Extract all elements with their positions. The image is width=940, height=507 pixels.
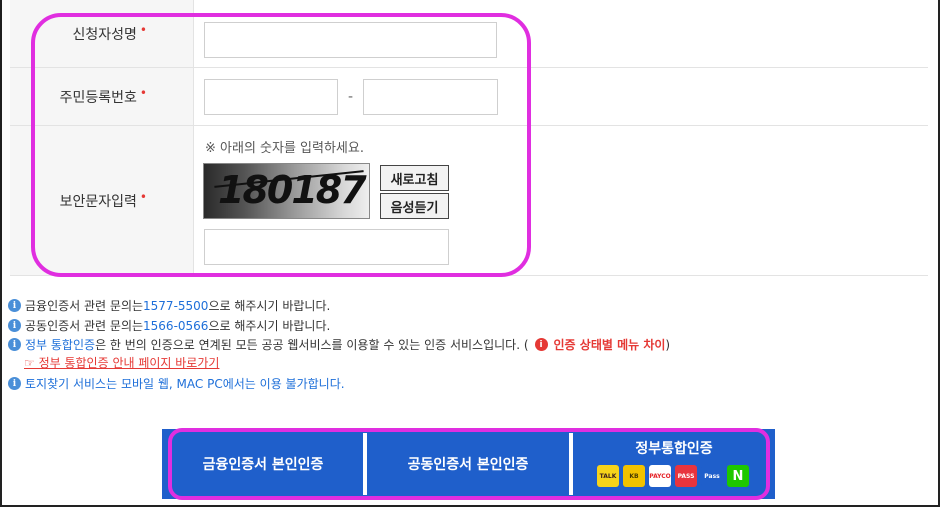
info-line-joint: i 공동인증서 관련 문의는 1566-0566 으로 해주시기 바랍니다.	[8, 317, 330, 334]
rrn-back-input[interactable]	[363, 79, 498, 115]
samsung-pass-icon: Pass	[701, 465, 723, 487]
required-mark: •	[139, 85, 147, 100]
required-mark: •	[139, 189, 147, 204]
info-line-mobile: i 토지찾기 서비스는 모바일 웹, MAC PC에서는 이용 불가합니다.	[8, 375, 345, 392]
info-text: 으로 해주시기 바랍니다.	[208, 299, 331, 313]
joint-cert-button[interactable]: 공동인증서 본인인증	[367, 429, 569, 499]
refresh-captcha-button[interactable]: 새로고침	[380, 165, 449, 191]
captcha-label-text: 보안문자입력	[59, 193, 137, 210]
info-text: )	[665, 337, 671, 352]
captcha-row: 보안문자입력 •	[10, 126, 928, 276]
audio-captcha-button[interactable]: 음성듣기	[380, 193, 449, 219]
required-mark: •	[139, 22, 147, 37]
gov-cert-title: 정부통합인증	[635, 441, 713, 457]
financial-cert-button[interactable]: 금융인증서 본인인증	[162, 429, 364, 499]
info-icon: i	[8, 338, 21, 351]
info-icon: i	[8, 299, 21, 312]
info-text: 은 한 번의 인증으로 연계된 모든 공공 웹서비스를 이용할 수 있는 인증 …	[95, 338, 529, 352]
kakao-icon: TALK	[597, 465, 619, 487]
alert-icon: i	[534, 338, 548, 351]
financial-phone: 1577-5500	[143, 298, 209, 313]
gov-cert-name: 정부 통합인증	[25, 338, 96, 352]
joint-phone: 1566-0566	[143, 318, 209, 333]
name-input[interactable]	[204, 22, 497, 58]
naver-icon: N	[727, 465, 749, 487]
rrn-label: 주민등록번호 •	[10, 68, 194, 125]
info-icon: i	[8, 319, 21, 332]
captcha-input[interactable]	[204, 229, 449, 265]
menu-diff-link[interactable]: 인증 상태별 메뉴 차이	[554, 336, 666, 353]
info-text: 으로 해주시기 바랍니다.	[208, 319, 331, 333]
gov-cert-icons: TALK KB PAYCO PASS Pass N	[597, 465, 749, 487]
payco-icon: PAYCO	[649, 465, 671, 487]
info-line-gov: i 정부 통합인증 은 한 번의 인증으로 연계된 모든 공공 웹서비스를 이용할…	[8, 336, 670, 353]
auth-button-bar: 금융인증서 본인인증 공동인증서 본인인증 정부통합인증 TALK KB PAYCO…	[162, 429, 775, 499]
name-label-text: 신청자성명	[72, 26, 137, 43]
info-text: 금융인증서 관련 문의는	[25, 299, 144, 313]
info-text: 공동인증서 관련 문의는	[25, 319, 144, 333]
mobile-notice: 토지찾기 서비스는 모바일 웹, MAC PC에서는 이용 불가합니다.	[25, 377, 345, 391]
captcha-image: 180187	[203, 163, 370, 219]
pass-red-icon: PASS	[675, 465, 697, 487]
rrn-separator: -	[348, 89, 354, 105]
rrn-front-input[interactable]	[204, 79, 338, 115]
captcha-text: 180187	[218, 168, 367, 212]
name-label: 신청자성명 •	[10, 0, 194, 67]
rrn-label-text: 주민등록번호	[59, 89, 137, 106]
info-icon: i	[8, 377, 21, 390]
gov-cert-button[interactable]: 정부통합인증 TALK KB PAYCO PASS Pass N	[573, 429, 775, 499]
captcha-label: 보안문자입력 •	[10, 126, 194, 275]
info-line-financial: i 금융인증서 관련 문의는 1577-5500 으로 해주시기 바랍니다.	[8, 297, 330, 314]
gov-cert-guide-link[interactable]: ☞ 정부 통합인증 안내 페이지 바로가기	[24, 354, 219, 371]
captcha-notice: ※ 아래의 숫자를 입력하세요.	[205, 141, 364, 156]
kb-icon: KB	[623, 465, 645, 487]
